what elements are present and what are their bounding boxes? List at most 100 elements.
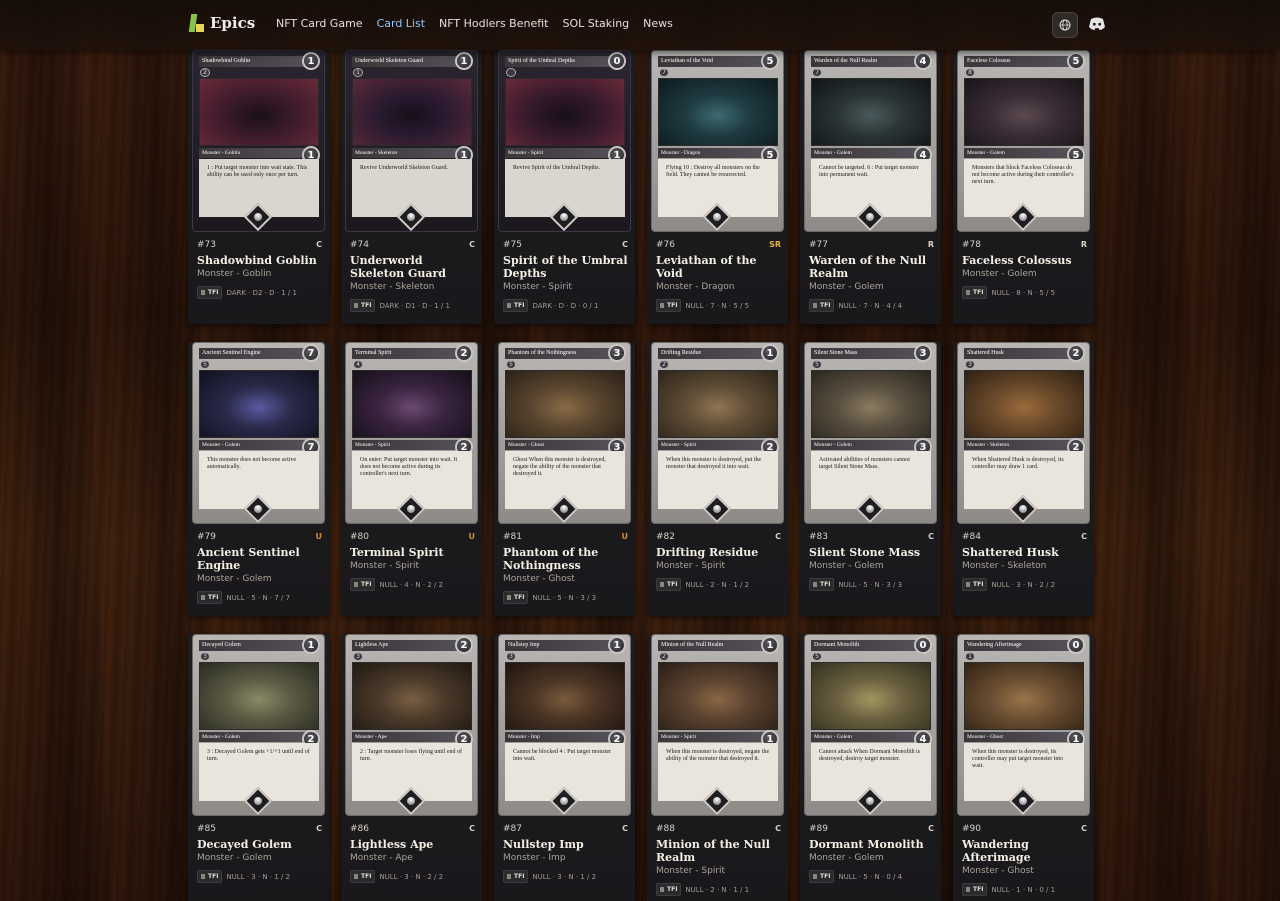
card-name[interactable]: Decayed Golem bbox=[197, 838, 322, 851]
card-name[interactable]: Shadowbind Goblin bbox=[197, 254, 322, 267]
card-tile[interactable]: Warden of the Null Realm 4 7 Monster - G… bbox=[800, 50, 941, 324]
nav-nft-card-game[interactable]: NFT Card Game bbox=[276, 17, 363, 30]
card-tile[interactable]: Spirit of the Umbral Depths 0 Monster - … bbox=[494, 50, 635, 324]
brand-logo-link[interactable]: Epics bbox=[188, 14, 255, 32]
card-image[interactable]: Nullstep Imp 1 3 Monster - Imp 2 Cannot … bbox=[498, 634, 631, 816]
card-tile[interactable]: Shattered Husk 2 3 Monster - Skeleton 2 … bbox=[953, 342, 1094, 616]
card-level-badge: 2 bbox=[659, 360, 669, 369]
card-name[interactable]: Lightless Ape bbox=[350, 838, 475, 851]
card-name[interactable]: Underworld Skeleton Guard bbox=[350, 254, 475, 280]
card-stat-line: NULL · 7 · N · 4 / 4 bbox=[838, 301, 903, 310]
card-level-badge: 2 bbox=[659, 652, 669, 661]
card-image[interactable]: Terminal Spirit 2 4 Monster - Spirit 2 O… bbox=[345, 342, 478, 524]
discord-link[interactable] bbox=[1088, 16, 1106, 30]
top-navigation-bar: Epics NFT Card Game Card List NFT Hodler… bbox=[0, 0, 1280, 50]
nav-news[interactable]: News bbox=[643, 17, 673, 30]
card-image-name: Ancient Sentinel Engine bbox=[199, 348, 315, 359]
card-image[interactable]: Drifting Residue 1 2 Monster - Spirit 2 … bbox=[651, 342, 784, 524]
card-number: #76 bbox=[656, 240, 675, 250]
card-stat-line: NULL · 3 · N · 2 / 2 bbox=[991, 580, 1056, 589]
card-image[interactable]: Faceless Colossus 5 8 Monster - Golem 5 … bbox=[957, 50, 1090, 232]
card-tile[interactable]: Underworld Skeleton Guard 1 1 Monster - … bbox=[341, 50, 482, 324]
card-level-badge: 5 bbox=[506, 360, 516, 369]
globe-icon bbox=[1059, 19, 1071, 31]
card-stat-line: DARK · D · D · 0 / 1 bbox=[532, 301, 599, 310]
nav-sol-staking[interactable]: SOL Staking bbox=[562, 17, 629, 30]
card-type: Monster - Skeleton bbox=[962, 561, 1047, 571]
card-name[interactable]: Dormant Monolith bbox=[809, 838, 934, 851]
card-image-type: Monster - Golem bbox=[811, 148, 927, 158]
card-name[interactable]: Terminal Spirit bbox=[350, 546, 475, 559]
card-image-name: Terminal Spirit bbox=[352, 348, 468, 359]
card-meta: #79 U Ancient Sentinel Engine Monster - … bbox=[197, 532, 322, 604]
card-number: #78 bbox=[962, 240, 981, 250]
language-button[interactable] bbox=[1052, 12, 1078, 38]
card-artwork bbox=[964, 78, 1084, 146]
card-tile[interactable]: Wandering Afterimage 0 1 Monster - Ghost… bbox=[953, 634, 1094, 901]
card-tile[interactable]: Phantom of the Nothingness 3 5 Monster -… bbox=[494, 342, 635, 616]
card-image[interactable]: Dormant Monolith 0 5 Monster - Golem 4 C… bbox=[804, 634, 937, 816]
card-tile[interactable]: Minion of the Null Realm 1 2 Monster - S… bbox=[647, 634, 788, 901]
card-tile[interactable]: Silent Stone Mass 3 5 Monster - Golem 3 … bbox=[800, 342, 941, 616]
card-rarity: C bbox=[622, 824, 628, 833]
card-tile[interactable]: Shadowbind Goblin 1 2 Monster - Goblin 1… bbox=[188, 50, 329, 324]
card-image[interactable]: Wandering Afterimage 0 1 Monster - Ghost… bbox=[957, 634, 1090, 816]
card-rarity: C bbox=[928, 824, 934, 833]
card-name[interactable]: Shattered Husk bbox=[962, 546, 1087, 559]
card-image[interactable]: Silent Stone Mass 3 5 Monster - Golem 3 … bbox=[804, 342, 937, 524]
card-rarity: R bbox=[1080, 240, 1087, 249]
card-image[interactable]: Underworld Skeleton Guard 1 1 Monster - … bbox=[345, 50, 478, 232]
card-tile[interactable]: Faceless Colossus 5 8 Monster - Golem 5 … bbox=[953, 50, 1094, 324]
set-chip: TFI bbox=[350, 299, 376, 312]
card-tile[interactable]: Drifting Residue 1 2 Monster - Spirit 2 … bbox=[647, 342, 788, 616]
card-image[interactable]: Decayed Golem 1 3 Monster - Golem 2 3 : … bbox=[192, 634, 325, 816]
card-name[interactable]: Minion of the Null Realm bbox=[656, 838, 781, 864]
card-tile[interactable]: Leviathan of the Void 5 7 Monster - Drag… bbox=[647, 50, 788, 324]
card-stats: TFI NULL · 3 · N · 2 / 2 bbox=[962, 578, 1087, 591]
card-name[interactable]: Silent Stone Mass bbox=[809, 546, 934, 559]
card-tile[interactable]: Ancient Sentinel Engine 7 5 Monster - Go… bbox=[188, 342, 329, 616]
card-level-badge: 7 bbox=[659, 68, 669, 77]
card-meta: #80 U Terminal Spirit Monster - Spirit T… bbox=[350, 532, 475, 591]
card-name[interactable]: Nullstep Imp bbox=[503, 838, 628, 851]
card-image[interactable]: Shadowbind Goblin 1 2 Monster - Goblin 1… bbox=[192, 50, 325, 232]
card-name[interactable]: Warden of the Null Realm bbox=[809, 254, 934, 280]
card-name[interactable]: Leviathan of the Void bbox=[656, 254, 781, 280]
card-image-type: Monster - Golem bbox=[811, 732, 927, 742]
set-icon bbox=[354, 874, 358, 879]
card-rarity: U bbox=[621, 532, 629, 541]
card-image[interactable]: Lightless Ape 2 3 Monster - Ape 2 2 : Ta… bbox=[345, 634, 478, 816]
card-name[interactable]: Drifting Residue bbox=[656, 546, 781, 559]
card-name[interactable]: Faceless Colossus bbox=[962, 254, 1087, 267]
card-level-badge: 3 bbox=[965, 360, 975, 369]
card-type: Monster - Ghost bbox=[503, 574, 575, 584]
card-tile[interactable]: Nullstep Imp 1 3 Monster - Imp 2 Cannot … bbox=[494, 634, 635, 901]
nav-card-list[interactable]: Card List bbox=[377, 17, 425, 30]
set-chip: TFI bbox=[197, 591, 223, 604]
card-image[interactable]: Phantom of the Nothingness 3 5 Monster -… bbox=[498, 342, 631, 524]
card-image[interactable]: Minion of the Null Realm 1 2 Monster - S… bbox=[651, 634, 784, 816]
card-tile[interactable]: Decayed Golem 1 3 Monster - Golem 2 3 : … bbox=[188, 634, 329, 901]
card-name[interactable]: Wandering Afterimage bbox=[962, 838, 1087, 864]
set-code: TFI bbox=[361, 873, 372, 880]
card-stats: TFI NULL · 1 · N · 0 / 1 bbox=[962, 883, 1087, 896]
card-image[interactable]: Shattered Husk 2 3 Monster - Skeleton 2 … bbox=[957, 342, 1090, 524]
card-level-badge: 2 bbox=[200, 68, 210, 77]
card-tile[interactable]: Lightless Ape 2 3 Monster - Ape 2 2 : Ta… bbox=[341, 634, 482, 901]
card-image-type: Monster - Golem bbox=[199, 732, 315, 742]
card-tile[interactable]: Terminal Spirit 2 4 Monster - Spirit 2 O… bbox=[341, 342, 482, 616]
card-tile[interactable]: Dormant Monolith 0 5 Monster - Golem 4 C… bbox=[800, 634, 941, 901]
card-image[interactable]: Ancient Sentinel Engine 7 5 Monster - Go… bbox=[192, 342, 325, 524]
card-name[interactable]: Spirit of the Umbral Depths bbox=[503, 254, 628, 280]
card-image[interactable]: Spirit of the Umbral Depths 0 Monster - … bbox=[498, 50, 631, 232]
nav-nft-hodlers-benefit[interactable]: NFT Hodlers Benefit bbox=[439, 17, 548, 30]
card-name[interactable]: Phantom of the Nothingness bbox=[503, 546, 628, 572]
card-image[interactable]: Leviathan of the Void 5 7 Monster - Drag… bbox=[651, 50, 784, 232]
card-cost-badge: 1 bbox=[302, 636, 320, 654]
card-name[interactable]: Ancient Sentinel Engine bbox=[197, 546, 322, 572]
card-cost-badge: 5 bbox=[761, 52, 779, 70]
card-image-name: Warden of the Null Realm bbox=[811, 56, 927, 67]
card-image-type: Monster - Ghost bbox=[964, 732, 1080, 742]
card-image[interactable]: Warden of the Null Realm 4 7 Monster - G… bbox=[804, 50, 937, 232]
card-stat-line: NULL · 7 · N · 5 / 5 bbox=[685, 301, 750, 310]
